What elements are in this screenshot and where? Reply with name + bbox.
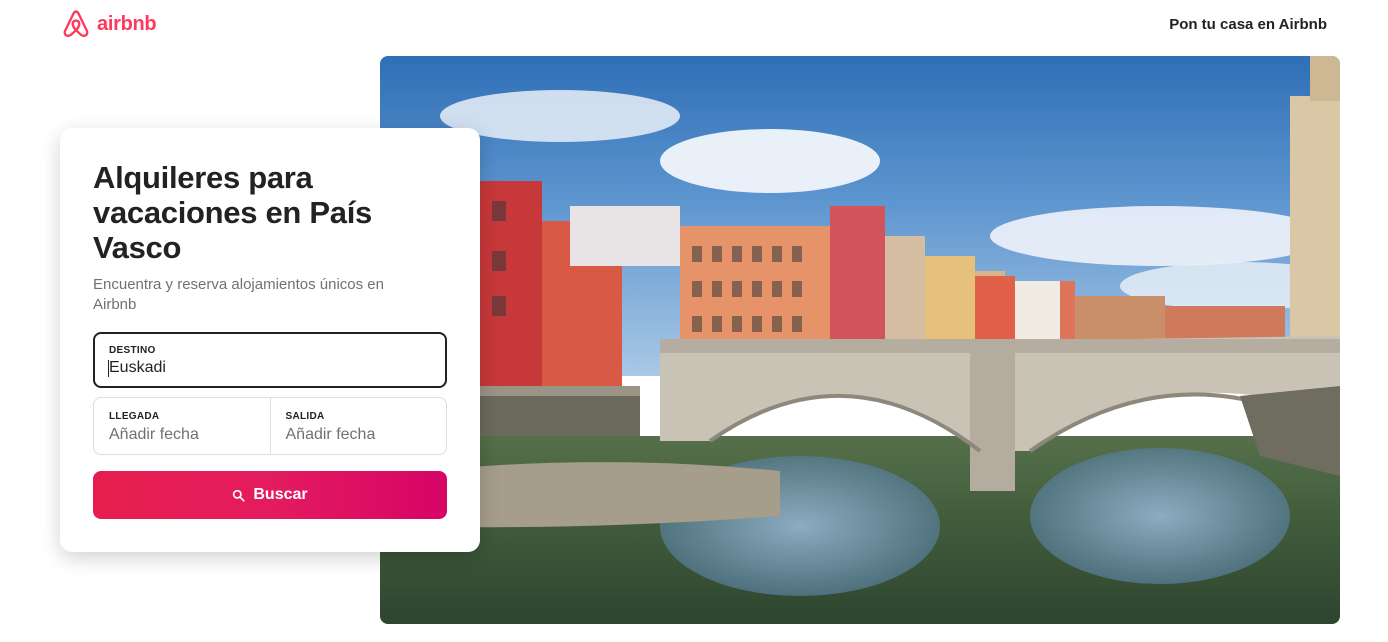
destination-label: DESTINO [109, 345, 156, 356]
destination-field[interactable]: DESTINO Euskadi [93, 332, 447, 388]
check-in-label: LLEGADA [109, 411, 160, 422]
airbnb-logo-icon [63, 10, 89, 37]
check-out-placeholder: Añadir fecha [285, 426, 376, 443]
hero-image [380, 56, 1340, 624]
search-card: Alquileres para vacaciones en País Vasco… [60, 128, 480, 552]
text-caret [108, 360, 109, 377]
airbnb-logo[interactable]: airbnb [61, 9, 157, 39]
page: airbnb Pon tu casa en Airbnb Alquileres … [0, 0, 1388, 642]
check-in-field[interactable]: LLEGADA Añadir fecha [94, 398, 270, 454]
check-in-placeholder: Añadir fecha [109, 426, 199, 443]
dates-field: LLEGADA Añadir fecha SALIDA Añadir fecha [93, 397, 447, 455]
page-subtitle: Encuentra y reserva alojamientos únicos … [93, 276, 384, 313]
page-title: Alquileres para vacaciones en País Vasco [93, 160, 372, 265]
brand-name: airbnb [97, 12, 157, 35]
search-button[interactable]: Buscar [93, 471, 447, 519]
bilbao-bridge-photo [380, 56, 1340, 624]
check-out-label: SALIDA [285, 411, 325, 422]
search-button-label: Buscar [253, 486, 308, 503]
check-out-field[interactable]: SALIDA Añadir fecha [269, 398, 447, 454]
host-your-home-link[interactable]: Pon tu casa en Airbnb [1169, 14, 1327, 35]
destination-input[interactable]: Euskadi [108, 358, 431, 378]
search-icon [233, 489, 245, 502]
destination-value: Euskadi [109, 359, 166, 376]
